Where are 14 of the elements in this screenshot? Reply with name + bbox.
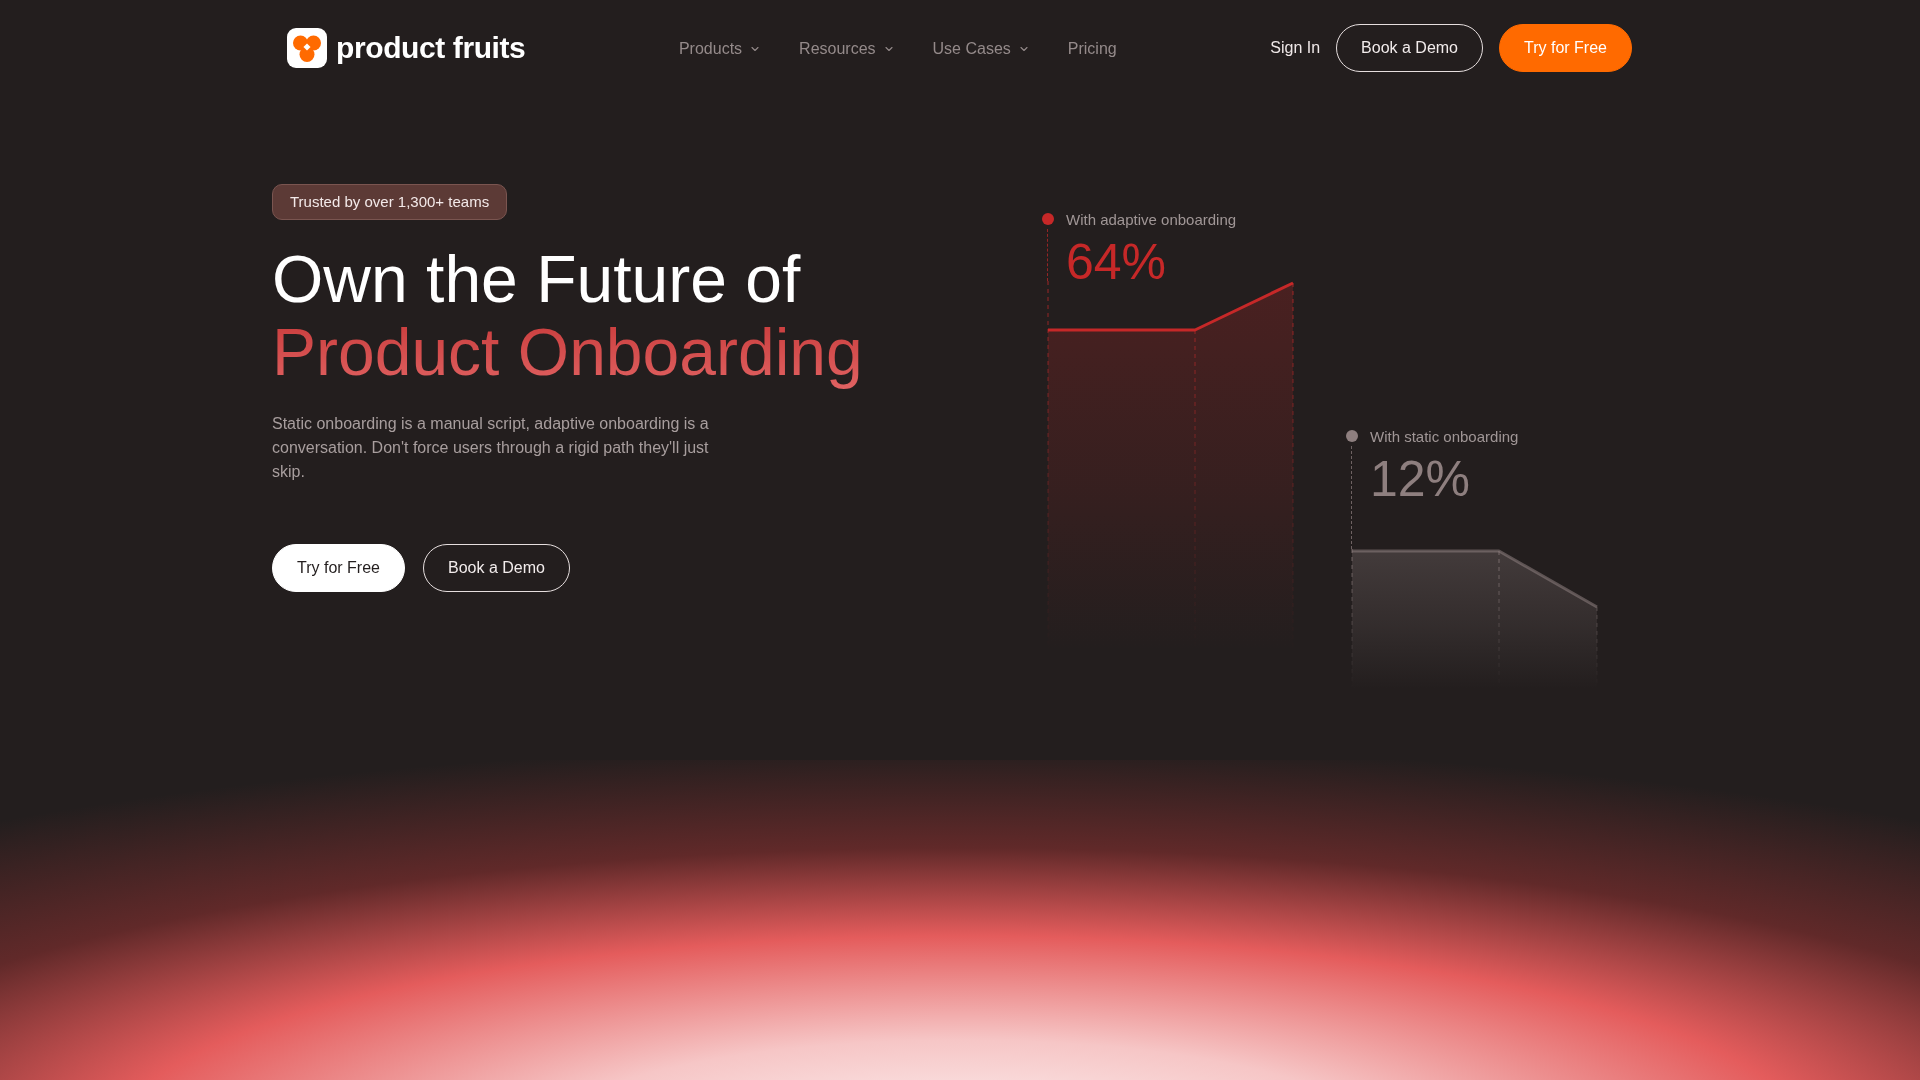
brand-name[interactable]: product fruits	[336, 31, 526, 65]
logo-icon[interactable]	[287, 28, 327, 68]
percentage-value: 64%	[1066, 243, 1167, 281]
hero-description: Static onboarding is a manual script, adaptive onboarding is a conversation. Don't force users through a rigid path they'll just skip.	[272, 414, 710, 482]
nav-link[interactable]: Use Cases	[932, 40, 1030, 58]
series-label: With adaptive onboarding	[1066, 210, 1237, 228]
trust-badge: Trusted by over 1,300+ teams	[272, 184, 508, 220]
nav-link[interactable]: Products	[678, 40, 762, 58]
nav-link[interactable]: Pricing	[1067, 40, 1117, 58]
sign-in-link[interactable]: Sign In	[1270, 39, 1321, 57]
nav-link[interactable]: Resources	[799, 40, 895, 58]
try-free-button[interactable]: Try for Free	[272, 544, 405, 592]
series-label: With static onboarding	[1370, 427, 1519, 445]
percentage-value: 12%	[1370, 460, 1471, 498]
